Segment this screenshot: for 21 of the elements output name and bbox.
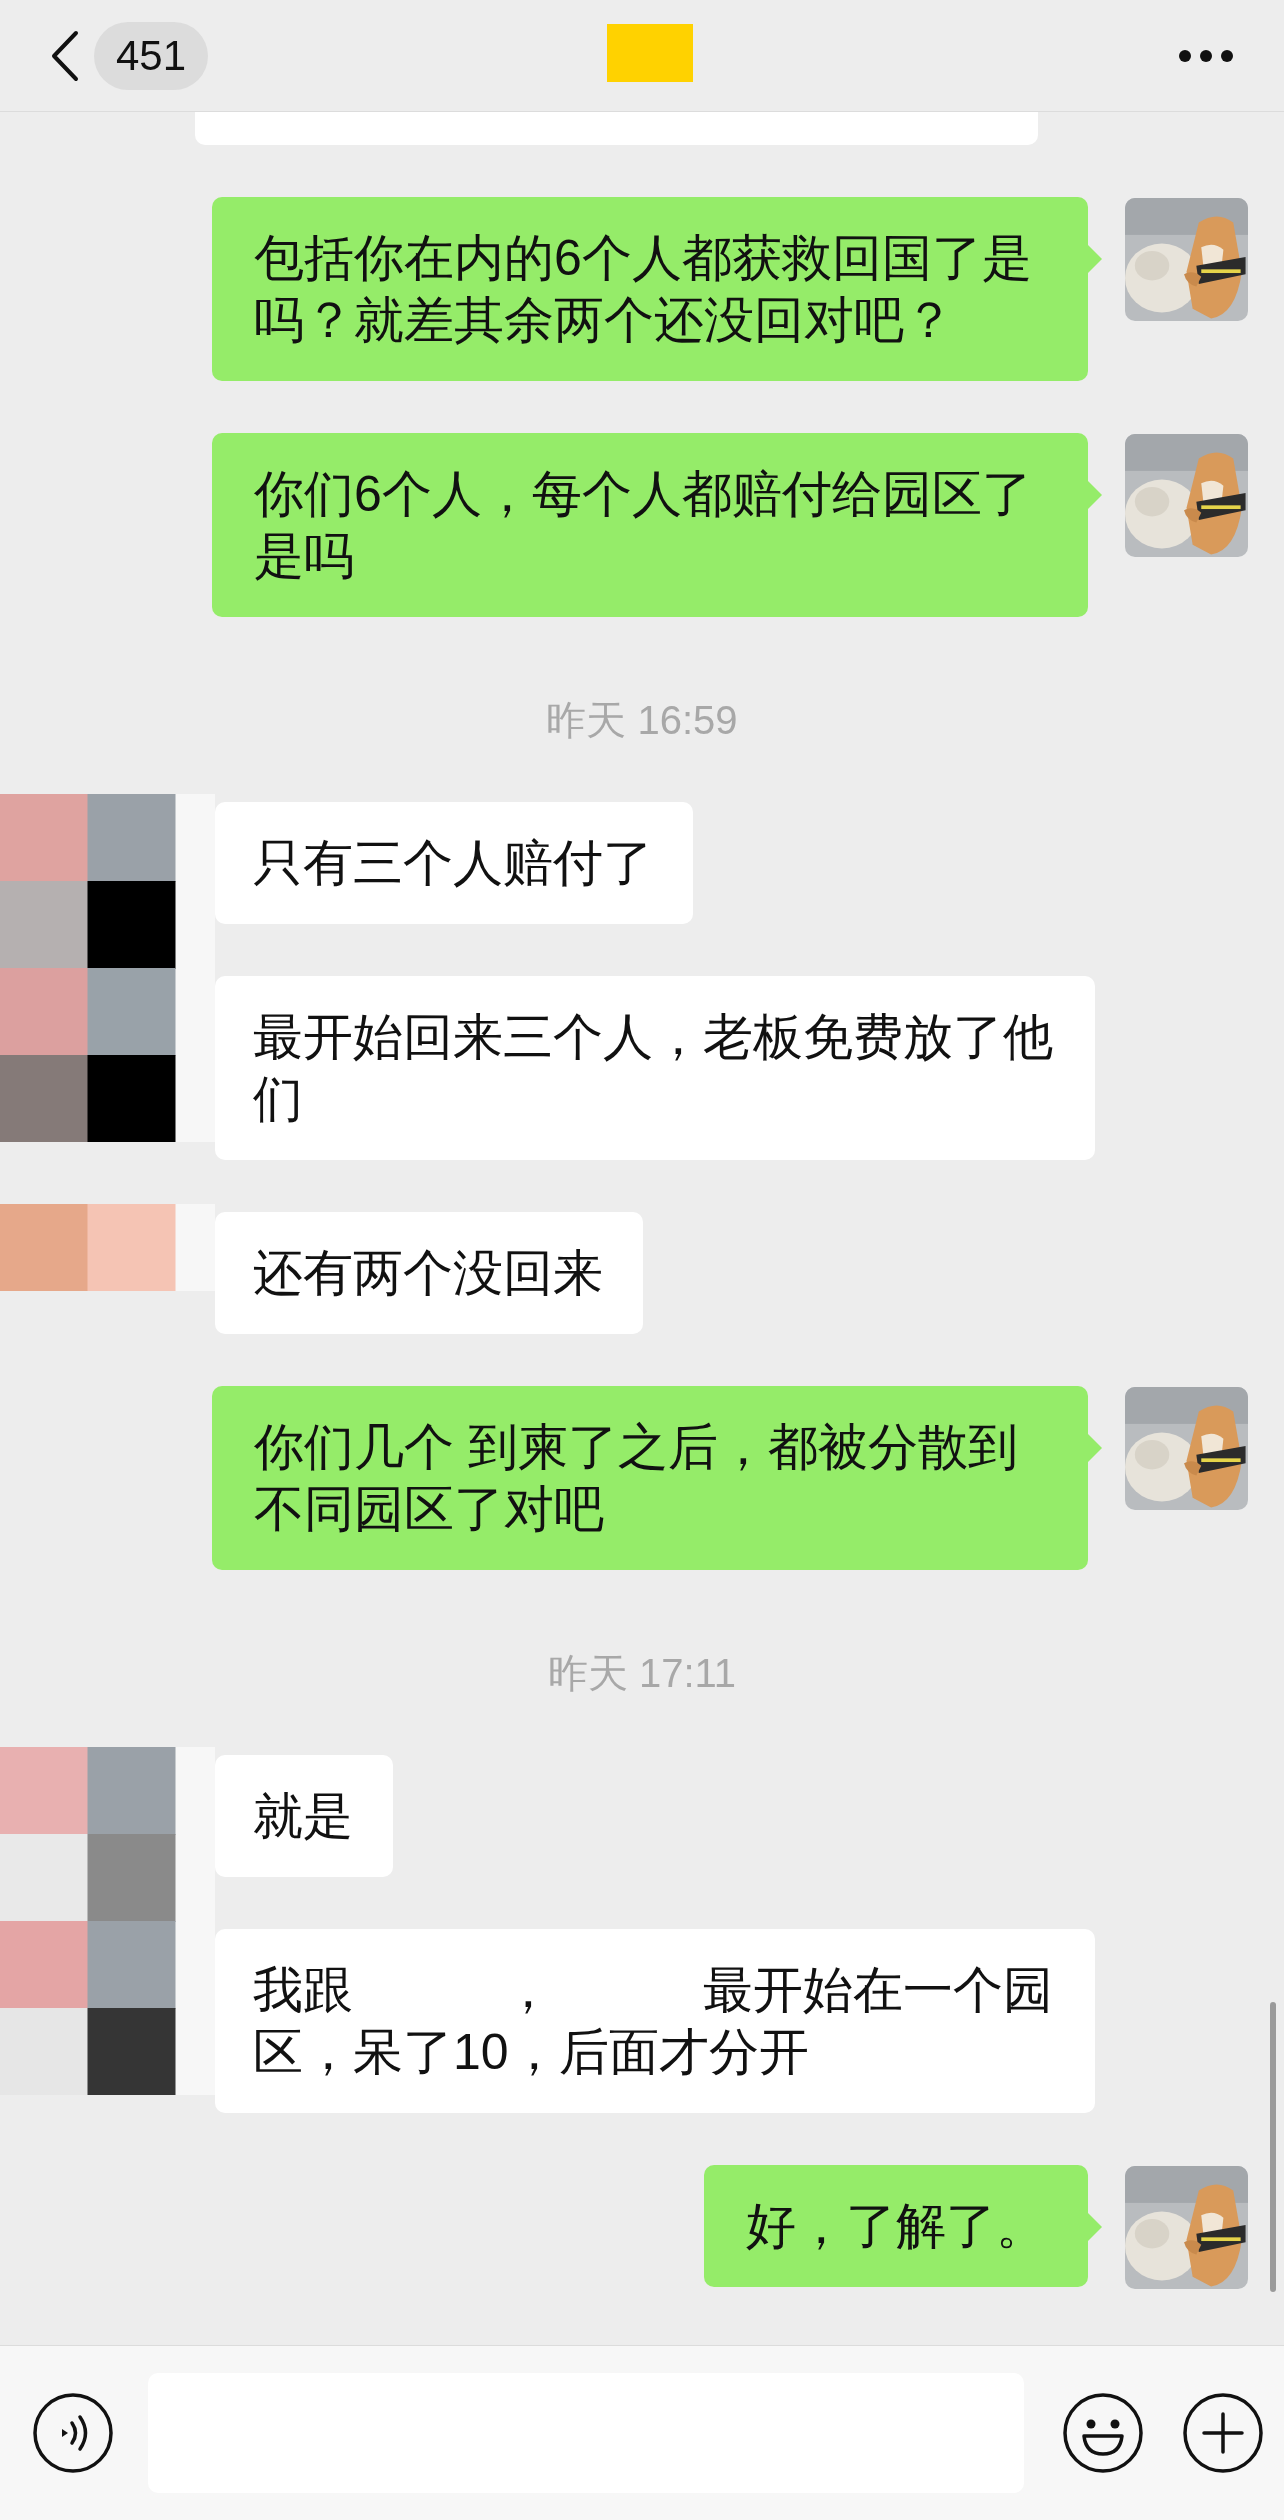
bubble-tail: [1088, 481, 1102, 509]
voice-icon[interactable]: [32, 2392, 114, 2474]
message-bubble: 还有两个没回来: [215, 1212, 643, 1334]
more-icon[interactable]: [1178, 48, 1234, 63]
message-bubble: 你们几个 到柬了之后，都被分散到不同园区了对吧: [212, 1386, 1088, 1570]
unread-count-badge: 451: [94, 21, 209, 90]
plus-icon[interactable]: [1182, 2392, 1264, 2474]
emoji-icon[interactable]: [1062, 2392, 1144, 2474]
bubble-tail: [1088, 245, 1102, 273]
message-bubble: 就是: [215, 1755, 393, 1877]
message-bubble: 你们6个人，每个人都赔付给园区了是吗: [212, 433, 1088, 617]
timestamp: 昨天 17:11: [547, 1652, 737, 1694]
bubble-tail: [1088, 2213, 1102, 2241]
message-bubble: 最开始回来三个人，老板免费放了他们: [215, 976, 1095, 1160]
bubble-tail: [1088, 1434, 1102, 1462]
message-bubble: 只有三个人赔付了: [215, 802, 693, 924]
timestamp: 昨天 16:59: [546, 699, 738, 741]
message-bubble: 包括你在内的6个人都获救回国了是吗？就差其余两个还没回对吧？: [212, 197, 1088, 381]
message-bubble: 好，了解了。: [704, 2165, 1088, 2287]
back-icon[interactable]: [50, 29, 80, 82]
message-bubble: 我跟 ， 最开始在一个园区，呆了10，后面才分开: [215, 1929, 1095, 2113]
